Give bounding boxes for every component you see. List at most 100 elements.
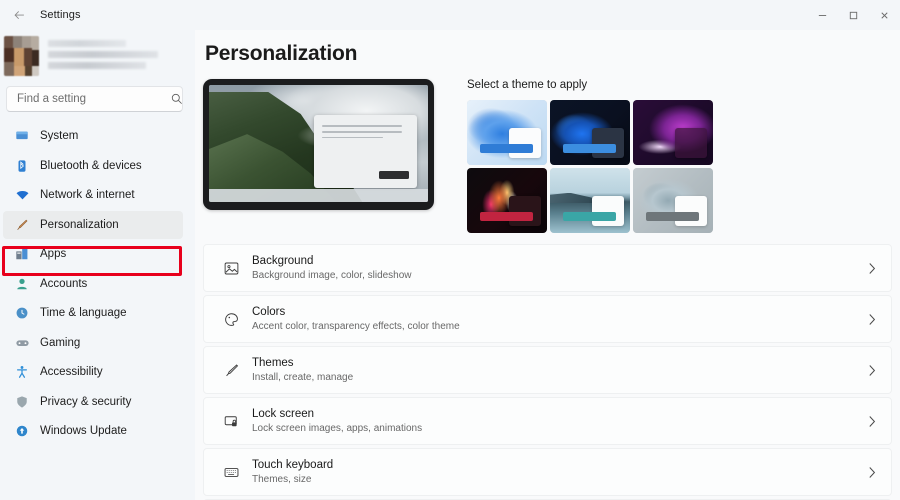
update-icon: [11, 421, 33, 441]
preview-window: [314, 115, 418, 188]
settings-row-subtitle: Accent color, transparency effects, colo…: [252, 321, 460, 332]
minimize-icon: [818, 14, 827, 16]
search-icon: [171, 93, 183, 105]
window-controls: [807, 0, 900, 30]
theme-windows-dark-bloom[interactable]: [550, 100, 630, 165]
chevron-right-icon: [867, 466, 877, 479]
settings-row-themes[interactable]: Themes Install, create, manage: [203, 346, 892, 394]
settings-list: Background Background image, color, slid…: [203, 233, 900, 500]
person-icon: [11, 274, 33, 294]
monitor-icon: [11, 126, 33, 146]
gamepad-icon: [11, 333, 33, 353]
sidebar: System Bluetooth & devices Network & int…: [0, 30, 195, 500]
sidebar-item-label: Bluetooth & devices: [40, 159, 142, 172]
theme-windows-light-bloom[interactable]: [467, 100, 547, 165]
account-name-redacted: [48, 39, 168, 73]
wifi-icon: [11, 185, 33, 205]
settings-row-title: Themes: [252, 357, 294, 369]
search-container: [0, 78, 195, 122]
chevron-right-icon: [867, 262, 877, 275]
sidebar-item-label: Time & language: [40, 307, 127, 319]
back-button[interactable]: [6, 4, 32, 26]
account-header[interactable]: [0, 30, 195, 78]
theme-silver-bloom[interactable]: [633, 168, 713, 233]
settings-row-text: Themes Install, create, manage: [252, 356, 867, 384]
sidebar-item-network-internet[interactable]: Network & internet: [3, 181, 183, 209]
sidebar-item-apps[interactable]: Apps: [3, 240, 183, 268]
window-title: Settings: [40, 9, 81, 21]
minimize-button[interactable]: [807, 0, 838, 30]
sidebar-item-label: Apps: [40, 248, 67, 260]
theme-picker-label: Select a theme to apply: [467, 79, 588, 91]
settings-row-text: Touch keyboard Themes, size: [252, 458, 867, 486]
close-button[interactable]: [869, 0, 900, 30]
desktop-preview[interactable]: [203, 79, 434, 210]
maximize-icon: [849, 11, 858, 19]
settings-row-text: Lock screen Lock screen images, apps, an…: [252, 407, 867, 435]
settings-row-subtitle: Lock screen images, apps, animations: [252, 423, 423, 434]
apps-icon: [11, 244, 33, 264]
sidebar-item-label: Network & internet: [40, 189, 135, 201]
clock-icon: [11, 303, 33, 323]
settings-row-text: Background Background image, color, slid…: [252, 254, 867, 282]
sidebar-item-label: Privacy & security: [40, 395, 132, 408]
paintbrush-icon: [218, 362, 244, 379]
settings-row-background[interactable]: Background Background image, color, slid…: [203, 244, 892, 292]
chevron-right-icon: [867, 313, 877, 326]
preview-screen: [209, 85, 428, 202]
sidebar-item-system[interactable]: System: [3, 122, 183, 150]
sidebar-item-label: Accounts: [40, 277, 88, 290]
maximize-button[interactable]: [838, 0, 869, 30]
settings-row-subtitle: Background image, color, slideshow: [252, 270, 412, 281]
chevron-right-icon: [867, 364, 877, 377]
shield-icon: [11, 392, 33, 412]
page-title: Personalization: [205, 42, 358, 65]
sidebar-item-privacy-security[interactable]: Privacy & security: [3, 388, 183, 416]
settings-row-lock-screen[interactable]: Lock screen Lock screen images, apps, an…: [203, 397, 892, 445]
theme-grid: [467, 100, 713, 233]
sidebar-item-label: Personalization: [40, 218, 119, 231]
sidebar-item-accounts[interactable]: Accounts: [3, 270, 183, 298]
sidebar-item-windows-update[interactable]: Windows Update: [3, 417, 183, 445]
sidebar-item-accessibility[interactable]: Accessibility: [3, 358, 183, 386]
settings-row-title: Touch keyboard: [252, 459, 334, 471]
settings-row-subtitle: Themes, size: [252, 474, 312, 485]
window-body: System Bluetooth & devices Network & int…: [0, 30, 900, 500]
settings-window: Settings Find a setting System Bluetooth…: [0, 0, 900, 500]
close-icon: [881, 11, 888, 19]
search-input[interactable]: [17, 93, 171, 105]
preview-window-button: [379, 170, 410, 179]
preview-and-themes: Select a theme to apply: [203, 66, 900, 233]
sidebar-item-time-language[interactable]: Time & language: [3, 299, 183, 327]
theme-flower-dark[interactable]: [467, 168, 547, 233]
settings-row-touch-keyboard[interactable]: Touch keyboard Themes, size: [203, 448, 892, 496]
sidebar-item-label: Gaming: [40, 336, 81, 349]
sidebar-item-gaming[interactable]: Gaming: [3, 329, 183, 357]
theme-picker: Select a theme to apply: [467, 79, 713, 233]
keyboard-icon: [218, 464, 244, 481]
sidebar-item-label: System: [40, 130, 79, 142]
sidebar-item-personalization[interactable]: Personalization: [3, 210, 183, 239]
accessibility-icon: [11, 362, 33, 382]
bluetooth-icon: [11, 156, 33, 176]
theme-purple-glow[interactable]: [633, 100, 713, 165]
settings-row-subtitle: Install, create, manage: [252, 372, 354, 383]
search-box[interactable]: [6, 86, 183, 112]
avatar: [4, 36, 39, 76]
sidebar-item-label: Accessibility: [40, 366, 103, 378]
paintbrush-icon: [11, 215, 33, 235]
back-arrow-icon: [13, 10, 24, 19]
sidebar-item-bluetooth-devices[interactable]: Bluetooth & devices: [3, 152, 183, 180]
palette-icon: [218, 311, 244, 328]
theme-lake-landscape[interactable]: [550, 168, 630, 233]
settings-row-title: Colors: [252, 306, 286, 318]
settings-row-text: Colors Accent color, transparency effect…: [252, 305, 867, 333]
lock-screen-icon: [218, 413, 244, 430]
chevron-right-icon: [867, 415, 877, 428]
content-pane: Personalization Select a theme to apply …: [195, 30, 900, 500]
settings-row-colors[interactable]: Colors Accent color, transparency effect…: [203, 295, 892, 343]
sidebar-nav: System Bluetooth & devices Network & int…: [0, 122, 195, 500]
settings-row-title: Background: [252, 255, 314, 267]
content-scrollbar[interactable]: [893, 66, 899, 498]
settings-row-title: Lock screen: [252, 408, 315, 420]
